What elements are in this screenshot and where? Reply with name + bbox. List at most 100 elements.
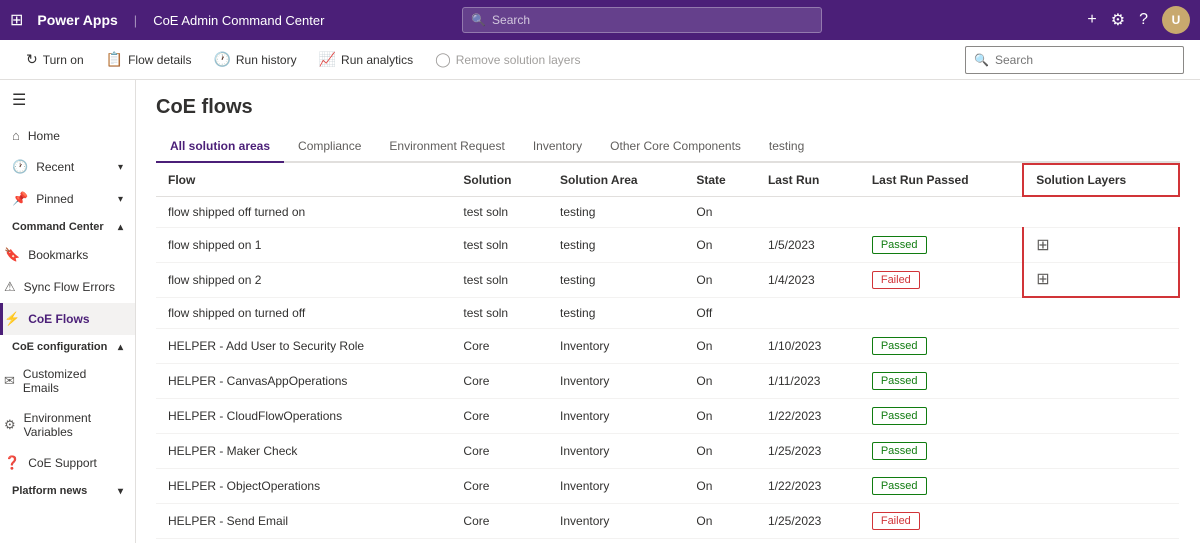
sidebar-item-customized-emails[interactable]: ✉ Customized Emails: [0, 359, 135, 403]
command-center-section[interactable]: Command Center ▴: [0, 215, 135, 239]
tab-all-solution-areas[interactable]: All solution areas: [156, 131, 284, 163]
run-history-label: Run history: [236, 53, 297, 67]
cell-flow: flow shipped on turned off: [156, 297, 451, 328]
cell-solution: test soln: [451, 196, 548, 227]
recent-chevron-icon: ▾: [118, 162, 123, 173]
add-icon[interactable]: +: [1087, 11, 1096, 29]
table-row[interactable]: flow shipped on 2 test soln testing On 1…: [156, 262, 1179, 297]
table-row[interactable]: HELPER - ObjectOperations Core Inventory…: [156, 468, 1179, 503]
sidebar-item-customized-emails-label: Customized Emails: [23, 367, 123, 395]
table-row[interactable]: flow shipped on 1 test soln testing On 1…: [156, 227, 1179, 262]
hamburger-button[interactable]: ☰: [0, 80, 135, 120]
cell-last-run-passed: Passed: [860, 433, 1023, 468]
table-row[interactable]: SetupWizard>CreateGroup Core Inventory O…: [156, 538, 1179, 543]
cell-last-run: 1/22/2023: [756, 398, 860, 433]
table-row[interactable]: HELPER - Maker Check Core Inventory On 1…: [156, 433, 1179, 468]
cell-state: On: [684, 538, 756, 543]
status-badge: Passed: [872, 337, 927, 355]
status-badge: Passed: [872, 442, 927, 460]
environment-variables-icon: ⚙: [4, 417, 16, 433]
commandbar-search-input[interactable]: [995, 53, 1175, 67]
cell-solution-layers: [1023, 503, 1179, 538]
tabs-bar: All solution areas Compliance Environmen…: [156, 131, 1180, 163]
settings-icon[interactable]: ⚙: [1111, 10, 1125, 30]
col-header-solution: Solution: [451, 164, 548, 196]
remove-solution-button[interactable]: ◯ Remove solution layers: [425, 44, 590, 76]
cell-last-run: 1/25/2023: [756, 433, 860, 468]
cell-area: testing: [548, 297, 684, 328]
topbar-search-input[interactable]: [492, 13, 813, 27]
remove-solution-icon: ◯: [435, 51, 451, 68]
run-history-button[interactable]: 🕐 Run history: [203, 44, 306, 76]
pinned-chevron-icon: ▾: [118, 194, 123, 205]
cell-area: testing: [548, 227, 684, 262]
topbar: ⊞ Power Apps | CoE Admin Command Center …: [0, 0, 1200, 40]
run-analytics-button[interactable]: 📈 Run analytics: [309, 44, 423, 76]
cell-solution: Core: [451, 468, 548, 503]
cell-last-run-passed: Passed: [860, 398, 1023, 433]
sidebar-item-environment-variables[interactable]: ⚙ Environment Variables: [0, 403, 135, 447]
table-row[interactable]: flow shipped on turned off test soln tes…: [156, 297, 1179, 328]
cell-solution: Core: [451, 398, 548, 433]
commandbar-search[interactable]: 🔍: [965, 46, 1184, 74]
coe-configuration-section[interactable]: CoE configuration ▴: [0, 335, 135, 359]
tab-environment-request[interactable]: Environment Request: [375, 131, 518, 163]
cell-flow: HELPER - Maker Check: [156, 433, 451, 468]
sidebar-item-bookmarks[interactable]: 🔖 Bookmarks: [0, 239, 135, 271]
sidebar-item-pinned[interactable]: 📌 Pinned ▾: [0, 183, 135, 215]
cell-last-run-passed: [860, 297, 1023, 328]
turn-on-button[interactable]: ↻ Turn on: [16, 44, 94, 76]
cell-flow: HELPER - CloudFlowOperations: [156, 398, 451, 433]
cell-area: Inventory: [548, 363, 684, 398]
cell-state: On: [684, 363, 756, 398]
table-row[interactable]: flow shipped off turned on test soln tes…: [156, 196, 1179, 227]
sidebar-item-coe-support[interactable]: ❓ CoE Support: [0, 447, 135, 479]
cell-last-run-passed: [860, 196, 1023, 227]
layer-icon: ⊞: [1036, 233, 1166, 257]
cell-solution: Core: [451, 328, 548, 363]
platform-news-chevron-icon: ▾: [118, 486, 123, 497]
table-row[interactable]: HELPER - Add User to Security Role Core …: [156, 328, 1179, 363]
sidebar-item-bookmarks-label: Bookmarks: [28, 248, 88, 262]
status-badge: Failed: [872, 271, 920, 289]
sidebar-item-coe-flows[interactable]: ⚡ CoE Flows: [0, 303, 135, 335]
customized-emails-icon: ✉: [4, 373, 15, 389]
command-center-chevron-icon: ▴: [118, 222, 123, 233]
sidebar-item-recent[interactable]: 🕐 Recent ▾: [0, 151, 135, 183]
cell-last-run-passed: Failed: [860, 262, 1023, 297]
cell-solution-layers: [1023, 468, 1179, 503]
cell-flow: HELPER - CanvasAppOperations: [156, 363, 451, 398]
cell-flow: SetupWizard>CreateGroup: [156, 538, 451, 543]
cell-solution-layers: ⊞: [1023, 227, 1179, 262]
tab-other-core-components[interactable]: Other Core Components: [596, 131, 755, 163]
table-row[interactable]: HELPER - CloudFlowOperations Core Invent…: [156, 398, 1179, 433]
cell-solution: Core: [451, 363, 548, 398]
cell-last-run: 1/25/2023: [756, 503, 860, 538]
cell-flow: flow shipped off turned on: [156, 196, 451, 227]
col-header-solution-area: Solution Area: [548, 164, 684, 196]
sidebar-item-recent-label: Recent: [36, 160, 74, 174]
sidebar-item-home[interactable]: ⌂ Home: [0, 120, 135, 151]
cell-last-run: 1/5/2023: [756, 227, 860, 262]
cell-flow: HELPER - ObjectOperations: [156, 468, 451, 503]
flow-details-label: Flow details: [128, 53, 191, 67]
cell-area: Inventory: [548, 328, 684, 363]
sidebar: ☰ ⌂ Home 🕐 Recent ▾ 📌 Pinned ▾ Command C…: [0, 80, 136, 543]
cell-state: On: [684, 503, 756, 538]
table-row[interactable]: HELPER - CanvasAppOperations Core Invent…: [156, 363, 1179, 398]
help-icon[interactable]: ?: [1139, 11, 1148, 29]
tab-compliance[interactable]: Compliance: [284, 131, 375, 163]
sidebar-item-sync-flow-errors[interactable]: ⚠ Sync Flow Errors: [0, 271, 135, 303]
col-header-solution-layers: Solution Layers: [1023, 164, 1179, 196]
avatar[interactable]: U: [1162, 6, 1190, 34]
tab-testing[interactable]: testing: [755, 131, 818, 163]
platform-news-section[interactable]: Platform news ▾: [0, 479, 135, 503]
table-row[interactable]: HELPER - Send Email Core Inventory On 1/…: [156, 503, 1179, 538]
tab-inventory[interactable]: Inventory: [519, 131, 596, 163]
col-header-last-run-passed: Last Run Passed: [860, 164, 1023, 196]
flow-details-button[interactable]: 📋 Flow details: [96, 44, 202, 76]
topbar-search-box[interactable]: 🔍: [462, 7, 822, 33]
cell-solution-layers: [1023, 297, 1179, 328]
grid-icon: ⊞: [10, 10, 23, 30]
cell-area: Inventory: [548, 503, 684, 538]
